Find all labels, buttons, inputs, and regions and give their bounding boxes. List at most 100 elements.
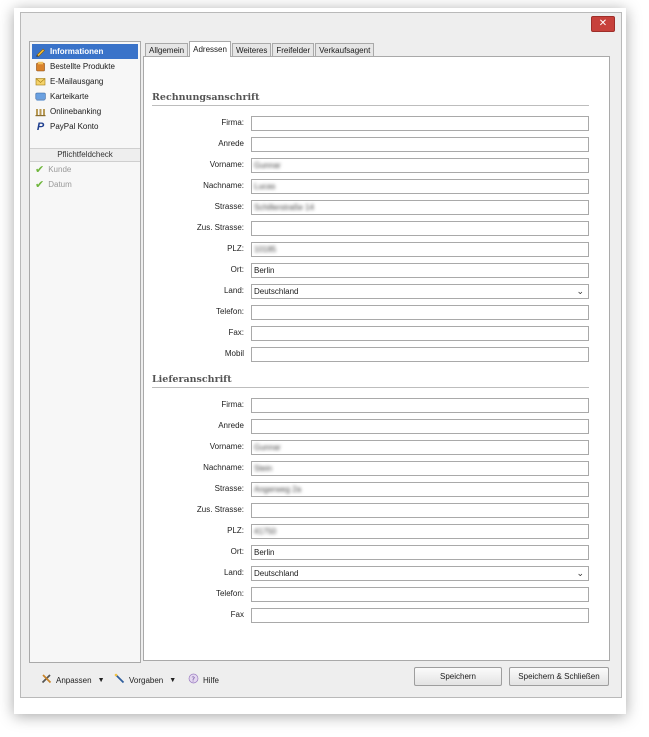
- sidebar-item-e-mailausgang[interactable]: E-Mailausgang: [30, 74, 140, 89]
- adressen-panel: Rechnungsanschrift Firma: Anrede Vorname…: [143, 56, 610, 661]
- shipping-strasse-row: Strasse: Angerweg 2a: [144, 482, 609, 497]
- billing-strasse-row: Strasse: Schillerstraße 14: [144, 200, 609, 215]
- billing-strasse-field[interactable]: Schillerstraße 14: [251, 200, 589, 215]
- field-label: Land:: [223, 286, 244, 295]
- field-label: Vorname:: [209, 160, 244, 169]
- tab-allgemein[interactable]: Allgemein: [145, 43, 189, 57]
- vorgaben-label: Vorgaben: [129, 675, 164, 685]
- field-value: Angerweg 2a: [254, 485, 302, 494]
- field-value: Lucas: [254, 182, 276, 191]
- billing-ort-field[interactable]: Berlin: [251, 263, 589, 278]
- card-icon: [35, 91, 46, 102]
- sidebar-item-informationen[interactable]: Informationen: [32, 44, 138, 59]
- billing-vorname-field[interactable]: Gunnar: [251, 158, 589, 173]
- field-label: Strasse:: [214, 202, 244, 211]
- field-label: PLZ:: [227, 244, 244, 253]
- shipping-nachname-field[interactable]: Stein: [251, 461, 589, 476]
- field-value: Gunnar: [254, 443, 281, 452]
- bottom-toolbar: Anpassen ▼ Vorgaben ▼ ? Hilfe Speichern …: [21, 661, 621, 697]
- field-value: Stein: [254, 464, 273, 473]
- paypal-icon: P: [36, 120, 45, 133]
- field-label: Strasse:: [214, 484, 244, 493]
- save-close-button[interactable]: Speichern & Schließen: [509, 667, 609, 686]
- shipping-zus-strasse-field[interactable]: [251, 503, 589, 518]
- save-button[interactable]: Speichern: [414, 667, 502, 686]
- field-label: Nachname:: [203, 463, 244, 472]
- shipping-telefon-row: Telefon:: [144, 587, 609, 602]
- shipping-vorname-field[interactable]: Gunnar: [251, 440, 589, 455]
- billing-plz-field[interactable]: 10185: [251, 242, 589, 257]
- bank-icon: [35, 106, 46, 117]
- tools-icon: [41, 673, 52, 687]
- billing-land-row: Land: Deutschland ⌄: [144, 284, 609, 299]
- shipping-firma-field[interactable]: [251, 398, 589, 413]
- field-label: Telefon:: [215, 589, 244, 598]
- sidebar-item-label: Onlinebanking: [50, 107, 102, 116]
- svg-text:?: ?: [191, 675, 195, 683]
- shipping-divider: [152, 387, 589, 388]
- field-label: Fax:: [228, 328, 244, 337]
- anpassen-label: Anpassen: [56, 675, 92, 685]
- sidebar-item-label: Informationen: [50, 47, 104, 56]
- shipping-ort-field[interactable]: Berlin: [251, 545, 589, 560]
- billing-divider: [152, 105, 589, 106]
- vorgaben-button[interactable]: Vorgaben ▼: [114, 673, 176, 687]
- billing-mobil-field[interactable]: [251, 347, 589, 362]
- shipping-nachname-row: Nachname: Stein: [144, 461, 609, 476]
- billing-telefon-field[interactable]: [251, 305, 589, 320]
- billing-nachname-field[interactable]: Lucas: [251, 179, 589, 194]
- sidebar-item-onlinebanking[interactable]: Onlinebanking: [30, 104, 140, 119]
- pencil-icon: [35, 46, 46, 57]
- shipping-fax-field[interactable]: [251, 608, 589, 623]
- shipping-firma-row: Firma:: [144, 398, 609, 413]
- billing-anrede-field[interactable]: [251, 137, 589, 152]
- tab-adressen[interactable]: Adressen: [189, 41, 231, 57]
- billing-firma-field[interactable]: [251, 116, 589, 131]
- billing-land-select[interactable]: Deutschland ⌄: [251, 284, 589, 299]
- shipping-title: Lieferanschrift: [152, 374, 232, 385]
- billing-zus-strasse-field[interactable]: [251, 221, 589, 236]
- field-label: PLZ:: [227, 526, 244, 535]
- sidebar-item-label: Bestellte Produkte: [50, 62, 115, 71]
- field-label: Firma:: [221, 118, 244, 127]
- shipping-land-row: Land: Deutschland ⌄: [144, 566, 609, 581]
- shipping-anrede-field[interactable]: [251, 419, 589, 434]
- shipping-zus-strasse-row: Zus. Strasse:: [144, 503, 609, 518]
- chevron-down-icon[interactable]: ⌄: [576, 567, 584, 580]
- billing-fax-field[interactable]: [251, 326, 589, 341]
- anpassen-button[interactable]: Anpassen ▼: [41, 673, 105, 687]
- hilfe-label: Hilfe: [203, 675, 220, 685]
- shipping-land-select[interactable]: Deutschland ⌄: [251, 566, 589, 581]
- select-value: Deutschland: [254, 569, 299, 578]
- check-item-label: Datum: [48, 180, 72, 189]
- check-item-label: Kunde: [48, 165, 72, 174]
- sidebar-item-paypal-konto[interactable]: P PayPal Konto: [30, 119, 140, 134]
- shipping-telefon-field[interactable]: [251, 587, 589, 602]
- field-label: Mobil: [224, 349, 244, 358]
- field-label: Ort:: [230, 547, 244, 556]
- field-label: Vorname:: [209, 442, 244, 451]
- caret-down-icon: ▼: [97, 676, 105, 684]
- customer-dialog: ✕ Informationen Bestellte Produkte E-Mai…: [20, 12, 622, 698]
- field-label: Zus. Strasse:: [196, 223, 244, 232]
- shipping-strasse-field[interactable]: Angerweg 2a: [251, 482, 589, 497]
- tab-verkaufsagent[interactable]: Verkaufsagent: [315, 43, 375, 57]
- shipping-plz-row: PLZ: 41750: [144, 524, 609, 539]
- sidebar-item-karteikarte[interactable]: Karteikarte: [30, 89, 140, 104]
- shipping-plz-field[interactable]: 41750: [251, 524, 589, 539]
- tab-freifelder[interactable]: Freifelder: [272, 43, 315, 57]
- chevron-down-icon[interactable]: ⌄: [576, 285, 584, 298]
- field-label: Nachname:: [203, 181, 244, 190]
- tab-weiteres[interactable]: Weiteres: [231, 43, 272, 57]
- mail-icon: [35, 76, 46, 87]
- sidebar-item-label: Karteikarte: [50, 92, 89, 101]
- close-button[interactable]: ✕: [591, 16, 615, 32]
- billing-ort-row: Ort: Berlin: [144, 263, 609, 278]
- field-label: Land:: [223, 568, 244, 577]
- sidebar: Informationen Bestellte Produkte E-Maila…: [29, 41, 141, 663]
- sidebar-item-bestellte-produkte[interactable]: Bestellte Produkte: [30, 59, 140, 74]
- hilfe-button[interactable]: ? Hilfe: [188, 673, 219, 687]
- billing-mobil-row: Mobil: [144, 347, 609, 362]
- sidebar-item-label: E-Mailausgang: [50, 77, 104, 86]
- field-value: Gunnar: [254, 161, 281, 170]
